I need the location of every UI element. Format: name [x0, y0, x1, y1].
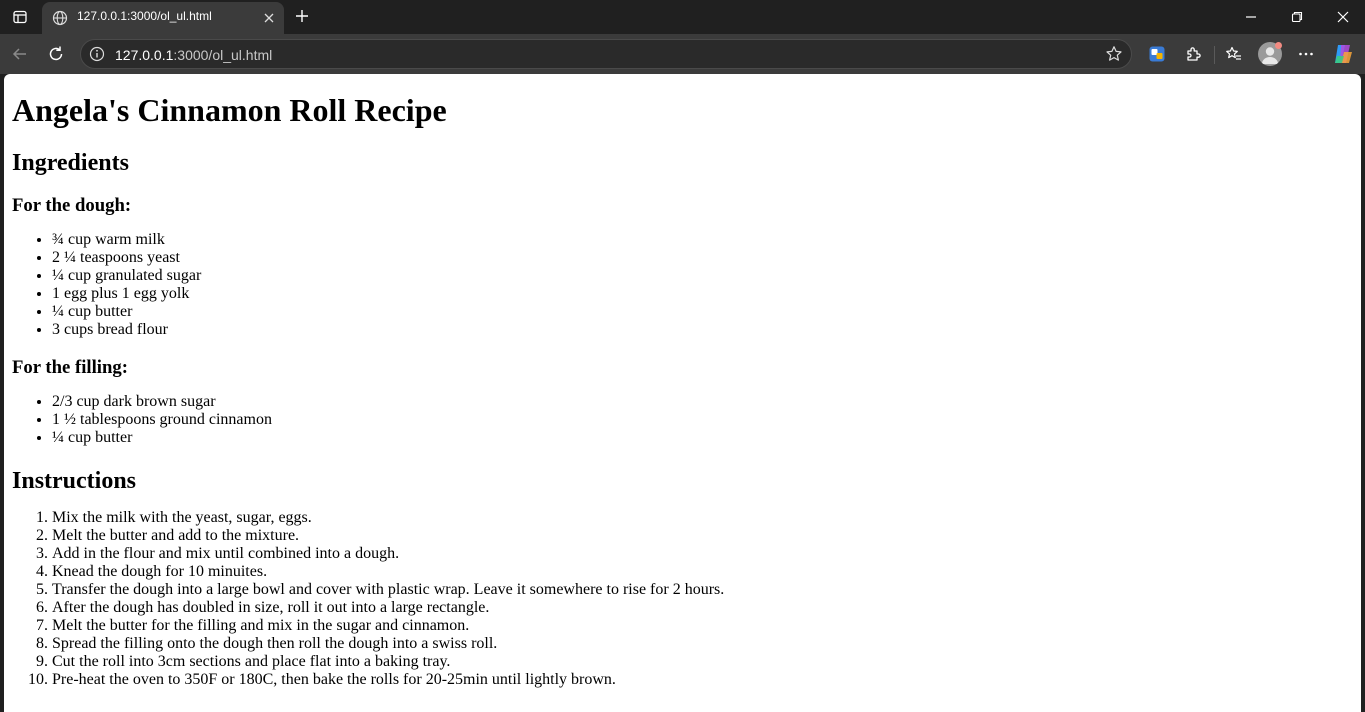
- new-tab-icon[interactable]: [292, 6, 312, 26]
- dough-list: ¾ cup warm milk 2 ¼ teaspoons yeast ¼ cu…: [12, 231, 1353, 339]
- list-item: ¼ cup butter: [52, 429, 1353, 447]
- recipe-page: Angela's Cinnamon Roll Recipe Ingredient…: [4, 74, 1361, 689]
- list-item: Mix the milk with the yeast, sugar, eggs…: [52, 509, 1353, 527]
- minimize-icon[interactable]: [1242, 8, 1260, 26]
- list-item: Pre-heat the oven to 350F or 180C, then …: [52, 671, 1353, 689]
- window-close-icon[interactable]: [1334, 8, 1352, 26]
- list-item: ¼ cup granulated sugar: [52, 267, 1353, 285]
- list-item: Melt the butter and add to the mixture.: [52, 527, 1353, 545]
- url-host: 127.0.0.1: [115, 47, 174, 63]
- restore-icon[interactable]: [1288, 8, 1306, 26]
- favorites-icon[interactable]: [1222, 42, 1246, 66]
- translate-extension-icon[interactable]: [1145, 42, 1169, 66]
- back-icon[interactable]: [8, 42, 32, 66]
- list-item: 1 ½ tablespoons ground cinnamon: [52, 411, 1353, 429]
- browser-tab-active[interactable]: 127.0.0.1:3000/ol_ul.html: [42, 2, 284, 34]
- ingredients-heading: Ingredients: [12, 150, 129, 176]
- refresh-icon[interactable]: [44, 42, 68, 66]
- filling-heading: For the filling:: [12, 357, 128, 378]
- close-icon[interactable]: [262, 11, 276, 25]
- extensions-puzzle-icon[interactable]: [1181, 42, 1205, 66]
- filling-list: 2/3 cup dark brown sugar 1 ½ tablespoons…: [12, 393, 1353, 447]
- copilot-icon[interactable]: [1331, 42, 1355, 66]
- info-icon[interactable]: [89, 46, 105, 62]
- list-item: Knead the dough for 10 minuites.: [52, 563, 1353, 581]
- list-item: Spread the filling onto the dough then r…: [52, 635, 1353, 653]
- list-item: 2/3 cup dark brown sugar: [52, 393, 1353, 411]
- address-bar[interactable]: 127.0.0.1:3000/ol_ul.html: [80, 39, 1132, 69]
- list-item: After the dough has doubled in size, rol…: [52, 599, 1353, 617]
- dough-heading: For the dough:: [12, 195, 132, 216]
- list-item: Melt the butter for the filling and mix …: [52, 617, 1353, 635]
- url-path: :3000/ol_ul.html: [173, 47, 273, 63]
- list-item: 3 cups bread flour: [52, 321, 1353, 339]
- favorite-star-icon[interactable]: [1105, 45, 1123, 63]
- page-title: Angela's Cinnamon Roll Recipe: [12, 92, 447, 128]
- list-item: ¾ cup warm milk: [52, 231, 1353, 249]
- notification-dot: [1275, 42, 1282, 49]
- list-item: Transfer the dough into a large bowl and…: [52, 581, 1353, 599]
- page-viewport: Angela's Cinnamon Roll Recipe Ingredient…: [4, 74, 1361, 712]
- list-item: Cut the roll into 3cm sections and place…: [52, 653, 1353, 671]
- instructions-list: Mix the milk with the yeast, sugar, eggs…: [12, 509, 1353, 689]
- more-options-icon[interactable]: [1294, 42, 1318, 66]
- url-text: 127.0.0.1:3000/ol_ul.html: [115, 47, 272, 63]
- tab-title: 127.0.0.1:3000/ol_ul.html: [77, 9, 212, 23]
- globe-icon: [52, 10, 68, 26]
- tab-actions-icon[interactable]: [8, 5, 32, 29]
- title-bar: 127.0.0.1:3000/ol_ul.html: [0, 0, 1365, 34]
- browser-toolbar: 127.0.0.1:3000/ol_ul.html: [0, 34, 1365, 74]
- list-item: 1 egg plus 1 egg yolk: [52, 285, 1353, 303]
- list-item: Add in the flour and mix until combined …: [52, 545, 1353, 563]
- toolbar-divider: [1214, 46, 1215, 64]
- list-item: 2 ¼ teaspoons yeast: [52, 249, 1353, 267]
- instructions-heading: Instructions: [12, 468, 137, 494]
- list-item: ¼ cup butter: [52, 303, 1353, 321]
